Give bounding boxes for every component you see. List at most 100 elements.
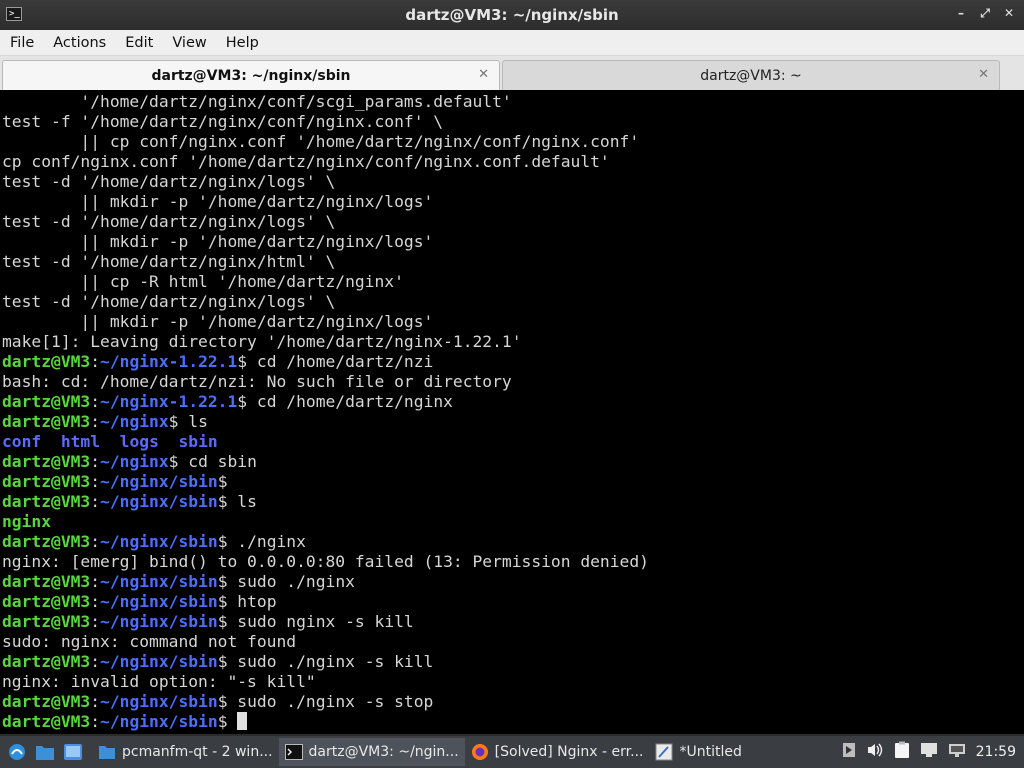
prompt-path: ~/nginx/sbin — [100, 712, 218, 731]
prompt-user: dartz@VM3 — [2, 352, 91, 371]
terminal-text: test -d '/home/dartz/nginx/html' \ — [2, 252, 336, 271]
terminal-text: test -f '/home/dartz/nginx/conf/nginx.co… — [2, 112, 444, 131]
terminal-text: : — [90, 472, 101, 491]
clock[interactable]: 21:59 — [976, 744, 1016, 760]
terminal-line: dartz@VM3:~/nginx-1.22.1$ cd /home/dartz… — [0, 352, 1024, 372]
window-title: dartz@VM3: ~/nginx/sbin — [405, 6, 619, 24]
terminal-text: : — [90, 532, 101, 551]
terminal-text: : — [90, 592, 101, 611]
terminal-text: make[1]: Leaving directory '/home/dartz/… — [2, 332, 522, 351]
prompt-user: dartz@VM3 — [2, 412, 91, 431]
prompt-path: ~/nginx/sbin — [100, 532, 218, 551]
network-icon[interactable] — [948, 742, 966, 762]
terminal-text: : — [90, 492, 101, 511]
terminal-line: test -d '/home/dartz/nginx/logs' \ — [0, 292, 1024, 312]
terminal-text: $ cd /home/dartz/nginx — [237, 392, 453, 411]
maximize-button[interactable]: ⤢ — [978, 6, 992, 21]
menu-actions[interactable]: Actions — [47, 35, 112, 51]
media-icon[interactable] — [842, 742, 856, 762]
prompt-user: dartz@VM3 — [2, 692, 91, 711]
prompt-user: dartz@VM3 — [2, 492, 91, 511]
taskbar-task-firefox[interactable]: [Solved] Nginx - err... — [465, 738, 650, 766]
prompt-path: ~/nginx/sbin — [100, 572, 218, 591]
terminal-text: $ ./nginx — [217, 532, 306, 551]
terminal-text: $ sudo nginx -s kill — [217, 612, 414, 631]
menu-file[interactable]: File — [4, 35, 40, 51]
taskbar-task-text-editor[interactable]: *Untitled — [649, 738, 747, 766]
terminal-line: dartz@VM3:~/nginx/sbin$ sudo ./nginx -s … — [0, 692, 1024, 712]
show-desktop-icon[interactable] — [62, 741, 84, 763]
minimize-button[interactable]: – — [954, 6, 968, 21]
window-controls: – ⤢ ✕ — [954, 6, 1016, 21]
terminal-text: $ sudo ./nginx -s stop — [217, 692, 434, 711]
task-label: *Untitled — [679, 744, 742, 760]
listing-entry: html — [60, 432, 101, 451]
volume-icon[interactable] — [866, 742, 884, 762]
folder-icon[interactable] — [34, 741, 56, 763]
terminal-line: dartz@VM3:~/nginx/sbin$ htop — [0, 592, 1024, 612]
tab-bar: dartz@VM3: ~/nginx/sbin ✕ dartz@VM3: ~ ✕ — [0, 56, 1024, 90]
menu-edit[interactable]: Edit — [119, 35, 159, 51]
terminal-text: sudo: nginx: command not found — [2, 632, 297, 651]
terminal-text: : — [90, 392, 101, 411]
listing-entry: logs — [119, 432, 159, 451]
terminal-text: nginx: [emerg] bind() to 0.0.0.0:80 fail… — [2, 552, 649, 571]
terminal-text: : — [90, 712, 101, 731]
prompt-user: dartz@VM3 — [2, 712, 91, 731]
taskbar: pcmanfm-qt - 2 win... dartz@VM3: ~/ngin.… — [0, 736, 1024, 768]
prompt-user: dartz@VM3 — [2, 392, 91, 411]
prompt-user: dartz@VM3 — [2, 612, 91, 631]
terminal-text: cp conf/nginx.conf '/home/dartz/nginx/co… — [2, 152, 610, 171]
taskbar-task-terminal[interactable]: dartz@VM3: ~/ngin... — [278, 738, 465, 766]
terminal-text: test -d '/home/dartz/nginx/logs' \ — [2, 212, 336, 231]
terminal-text: $ sudo ./nginx — [217, 572, 355, 591]
terminal-text: || mkdir -p '/home/dartz/nginx/logs' — [2, 232, 434, 251]
prompt-path: ~/nginx-1.22.1 — [100, 392, 238, 411]
terminal-text: $ ls — [217, 492, 257, 511]
terminal-line: dartz@VM3:~/nginx/sbin$ sudo ./nginx — [0, 572, 1024, 592]
terminal-output[interactable]: '/home/dartz/nginx/conf/scgi_params.defa… — [0, 90, 1024, 734]
tab-home[interactable]: dartz@VM3: ~ ✕ — [502, 60, 1000, 90]
start-menu-icon[interactable] — [6, 741, 28, 763]
listing-entry: conf — [2, 432, 42, 451]
menu-view[interactable]: View — [166, 35, 212, 51]
prompt-user: dartz@VM3 — [2, 652, 91, 671]
terminal-text: test -d '/home/dartz/nginx/logs' \ — [2, 292, 336, 311]
terminal-text: : — [90, 652, 101, 671]
system-tray: 21:59 — [842, 741, 1024, 763]
terminal-text: $ — [217, 472, 228, 491]
terminal-text: : — [90, 452, 101, 471]
terminal-text: : — [90, 572, 101, 591]
terminal-line: dartz@VM3:~/nginx-1.22.1$ cd /home/dartz… — [0, 392, 1024, 412]
menu-help[interactable]: Help — [220, 35, 265, 51]
tab-nginx-sbin[interactable]: dartz@VM3: ~/nginx/sbin ✕ — [2, 60, 500, 90]
menubar: File Actions Edit View Help — [0, 30, 1024, 56]
text-editor-icon — [655, 743, 673, 761]
tab-close-icon[interactable]: ✕ — [978, 67, 989, 82]
prompt-path: ~/nginx — [100, 452, 169, 471]
prompt-path: ~/nginx-1.22.1 — [100, 352, 238, 371]
terminal-line: nginx — [0, 512, 1024, 532]
task-label: dartz@VM3: ~/ngin... — [308, 744, 459, 760]
terminal-text: bash: cd: /home/dartz/nzi: No such file … — [2, 372, 512, 391]
tab-label: dartz@VM3: ~/nginx/sbin — [151, 67, 351, 84]
close-button[interactable]: ✕ — [1002, 6, 1016, 21]
terminal-text: $ cd sbin — [168, 452, 257, 471]
terminal-line: nginx: invalid option: "-s kill" — [0, 672, 1024, 692]
prompt-user: dartz@VM3 — [2, 532, 91, 551]
terminal-line: test -d '/home/dartz/nginx/logs' \ — [0, 212, 1024, 232]
terminal-line: || mkdir -p '/home/dartz/nginx/logs' — [0, 192, 1024, 212]
terminal-line: dartz@VM3:~/nginx$ ls — [0, 412, 1024, 432]
terminal-text: test -d '/home/dartz/nginx/logs' \ — [2, 172, 336, 191]
terminal-text: '/home/dartz/nginx/conf/scgi_params.defa… — [2, 92, 512, 111]
clipboard-icon[interactable] — [894, 741, 910, 763]
tab-close-icon[interactable]: ✕ — [478, 67, 489, 82]
display-icon[interactable] — [920, 742, 938, 762]
prompt-path: ~/nginx/sbin — [100, 612, 218, 631]
terminal-text: $ ls — [168, 412, 208, 431]
prompt-path: ~/nginx/sbin — [100, 692, 218, 711]
taskbar-task-file-manager[interactable]: pcmanfm-qt - 2 win... — [92, 738, 279, 766]
terminal-line: dartz@VM3:~/nginx$ cd sbin — [0, 452, 1024, 472]
